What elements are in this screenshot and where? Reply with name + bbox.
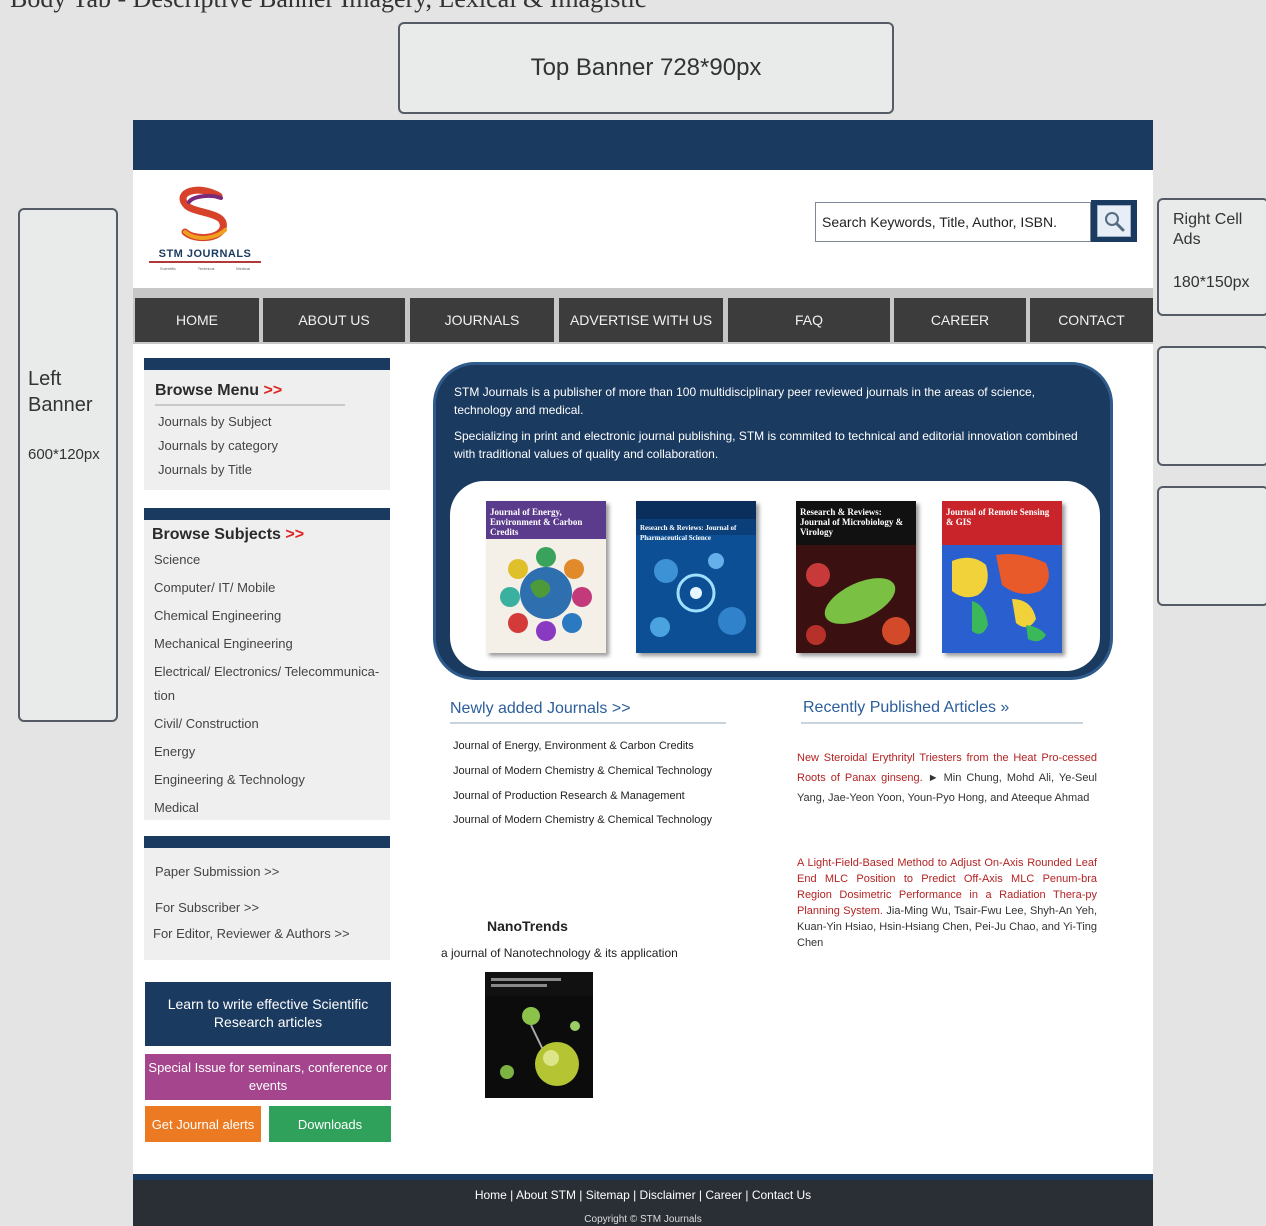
stm-s-icon xyxy=(179,186,227,241)
nav-faq[interactable]: FAQ xyxy=(728,298,890,342)
globe-icon xyxy=(486,539,606,653)
nav-home[interactable]: HOME xyxy=(135,298,259,342)
search-button[interactable] xyxy=(1091,200,1137,242)
cover-microbiology[interactable]: Research & Reviews: Journal of Microbiol… xyxy=(796,501,916,653)
nav-career[interactable]: CAREER xyxy=(894,298,1026,342)
top-strip-text: Body Tab - Descriptive Banner Imagery, L… xyxy=(10,0,646,14)
search-input[interactable] xyxy=(818,205,1088,239)
top-strip: Body Tab - Descriptive Banner Imagery, L… xyxy=(0,0,1266,14)
special-issue-button[interactable]: Special Issue for seminars, conference o… xyxy=(145,1054,391,1100)
logo-text: STM JOURNALS xyxy=(149,248,261,263)
browse-menu-panel: Browse Menu >> Journals by Subject Journ… xyxy=(144,358,390,490)
nanoparticle-icon xyxy=(485,972,593,1086)
link-for-subscriber[interactable]: For Subscriber >> xyxy=(155,900,259,915)
newly-added-item[interactable]: Journal of Production Research & Managem… xyxy=(453,790,685,802)
logo-tag-2: Technical xyxy=(197,266,215,271)
right-cell-ad[interactable]: Right Cell Ads 180*150px xyxy=(1157,198,1266,316)
left-banner-ad[interactable]: Left Banner 600*120px xyxy=(18,208,118,722)
cover-energy[interactable]: Journal of Energy, Environment & Carbon … xyxy=(486,501,606,653)
intro-box: STM Journals is a publisher of more than… xyxy=(433,362,1113,680)
nano-subtitle: a journal of Nanotechnology & its applic… xyxy=(441,946,678,960)
browse-subjects-title-text: Browse Subjects xyxy=(152,526,281,543)
learn-writing-button[interactable]: Learn to write effective Scientific Rese… xyxy=(145,982,391,1046)
header-top-bar xyxy=(133,120,1153,170)
main-nav: HOME ABOUT US JOURNALS ADVERTISE WITH US… xyxy=(133,296,1153,344)
subject-energy[interactable]: Energy xyxy=(154,744,195,759)
footer: Home | About STM | Sitemap | Disclaimer … xyxy=(133,1174,1153,1226)
browse-subjects-panel: Browse Subjects >> Science Computer/ IT/… xyxy=(144,508,390,820)
newly-added-item[interactable]: Journal of Modern Chemistry & Chemical T… xyxy=(453,765,712,777)
nano-title[interactable]: NanoTrends xyxy=(487,918,568,934)
journal-alerts-button[interactable]: Get Journal alerts xyxy=(145,1106,261,1142)
subject-science[interactable]: Science xyxy=(154,552,200,567)
search-button-face xyxy=(1097,205,1131,237)
site-frame: STM JOURNALS Scientific Technical Medica… xyxy=(133,120,1153,1226)
cover-pharma[interactable]: Research & Reviews: Journal of Pharmaceu… xyxy=(636,501,756,653)
section-rule xyxy=(801,722,1083,724)
panel-rule xyxy=(155,404,345,406)
intro-paragraph-2: Specializing in print and electronic jou… xyxy=(454,429,1078,461)
footer-links[interactable]: Home | About STM | Sitemap | Disclaimer … xyxy=(133,1188,1153,1202)
cover-remote-sensing[interactable]: Journal of Remote Sensing & GIS xyxy=(942,501,1062,653)
cover-title: Research & Reviews: Journal of Pharmaceu… xyxy=(640,524,737,542)
subject-electrical-cont[interactable]: tion xyxy=(154,688,175,703)
link-journals-by-category[interactable]: Journals by category xyxy=(158,438,278,453)
top-banner-ad[interactable]: Top Banner 728*90px xyxy=(398,22,894,114)
logo-tag-1: Scientific xyxy=(159,266,176,271)
link-journals-by-subject[interactable]: Journals by Subject xyxy=(158,414,271,429)
subject-medical[interactable]: Medical xyxy=(154,800,199,815)
logo-tagline: Scientific Technical Medical xyxy=(149,266,261,271)
nav-top-strip xyxy=(133,288,1153,296)
featured-covers: Journal of Energy, Environment & Carbon … xyxy=(450,481,1100,671)
right-cell-title: Right Cell Ads xyxy=(1173,211,1243,248)
footer-copyright: Copyright © STM Journals xyxy=(584,1214,702,1225)
browse-subjects-title: Browse Subjects >> xyxy=(152,526,304,544)
nav-journals[interactable]: JOURNALS xyxy=(410,298,554,342)
recent-articles-title[interactable]: Recently Published Articles » xyxy=(803,699,1009,717)
panel-bar xyxy=(144,358,390,370)
link-for-editor[interactable]: For Editor, Reviewer & Authors >> xyxy=(153,926,350,941)
panel-bar xyxy=(144,836,390,848)
cover-title: Research & Reviews: Journal of Microbiol… xyxy=(800,507,904,537)
newly-added-title[interactable]: Newly added Journals >> xyxy=(450,700,631,718)
intro-paragraph-1: STM Journals is a publisher of more than… xyxy=(454,385,1035,417)
subject-electrical[interactable]: Electrical/ Electronics/ Telecommunica- xyxy=(154,664,379,679)
newly-added-item[interactable]: Journal of Modern Chemistry & Chemical T… xyxy=(453,814,712,826)
search-icon xyxy=(1105,212,1125,232)
search-box xyxy=(815,202,1091,242)
cover-title: Journal of Remote Sensing & GIS xyxy=(946,507,1050,527)
browse-menu-arrows: >> xyxy=(263,382,283,399)
downloads-button[interactable]: Downloads xyxy=(269,1106,391,1142)
right-cell-ad-2[interactable] xyxy=(1157,346,1266,466)
right-cell-ad-3[interactable] xyxy=(1157,486,1266,606)
panel-bar xyxy=(144,508,390,520)
top-banner-label: Top Banner 728*90px xyxy=(530,54,762,81)
nano-cover[interactable] xyxy=(485,972,593,1098)
subject-computer[interactable]: Computer/ IT/ Mobile xyxy=(154,580,275,595)
right-cell-size: 180*150px xyxy=(1173,274,1250,291)
browse-subjects-arrows: >> xyxy=(285,526,305,543)
link-journals-by-title[interactable]: Journals by Title xyxy=(158,462,252,477)
recent-article-1[interactable]: New Steroidal Erythrityl Triesters from … xyxy=(797,748,1097,808)
left-banner-title: Left Banner xyxy=(28,368,93,416)
nav-about-us[interactable]: ABOUT US xyxy=(263,298,405,342)
browse-menu-title-text: Browse Menu xyxy=(155,382,260,399)
subject-mechanical[interactable]: Mechanical Engineering xyxy=(154,636,293,651)
submission-panel: Paper Submission >> For Subscriber >> Fo… xyxy=(144,836,390,960)
logo-tag-3: Medical xyxy=(236,266,251,271)
recent-article-2[interactable]: A Light-Field-Based Method to Adjust On-… xyxy=(797,855,1097,951)
subject-civil[interactable]: Civil/ Construction xyxy=(154,716,259,731)
browse-menu-title: Browse Menu >> xyxy=(155,382,282,400)
nav-advertise[interactable]: ADVERTISE WITH US xyxy=(559,298,723,342)
newly-added-item[interactable]: Journal of Energy, Environment & Carbon … xyxy=(453,740,694,752)
nav-contact[interactable]: CONTACT xyxy=(1030,298,1153,342)
left-banner-size: 600*120px xyxy=(28,446,100,463)
stm-logo[interactable]: STM JOURNALS Scientific Technical Medica… xyxy=(149,186,261,272)
subject-chemical[interactable]: Chemical Engineering xyxy=(154,608,281,623)
link-paper-submission[interactable]: Paper Submission >> xyxy=(155,864,279,879)
section-rule xyxy=(450,722,726,724)
subject-engineering[interactable]: Engineering & Technology xyxy=(154,772,305,787)
